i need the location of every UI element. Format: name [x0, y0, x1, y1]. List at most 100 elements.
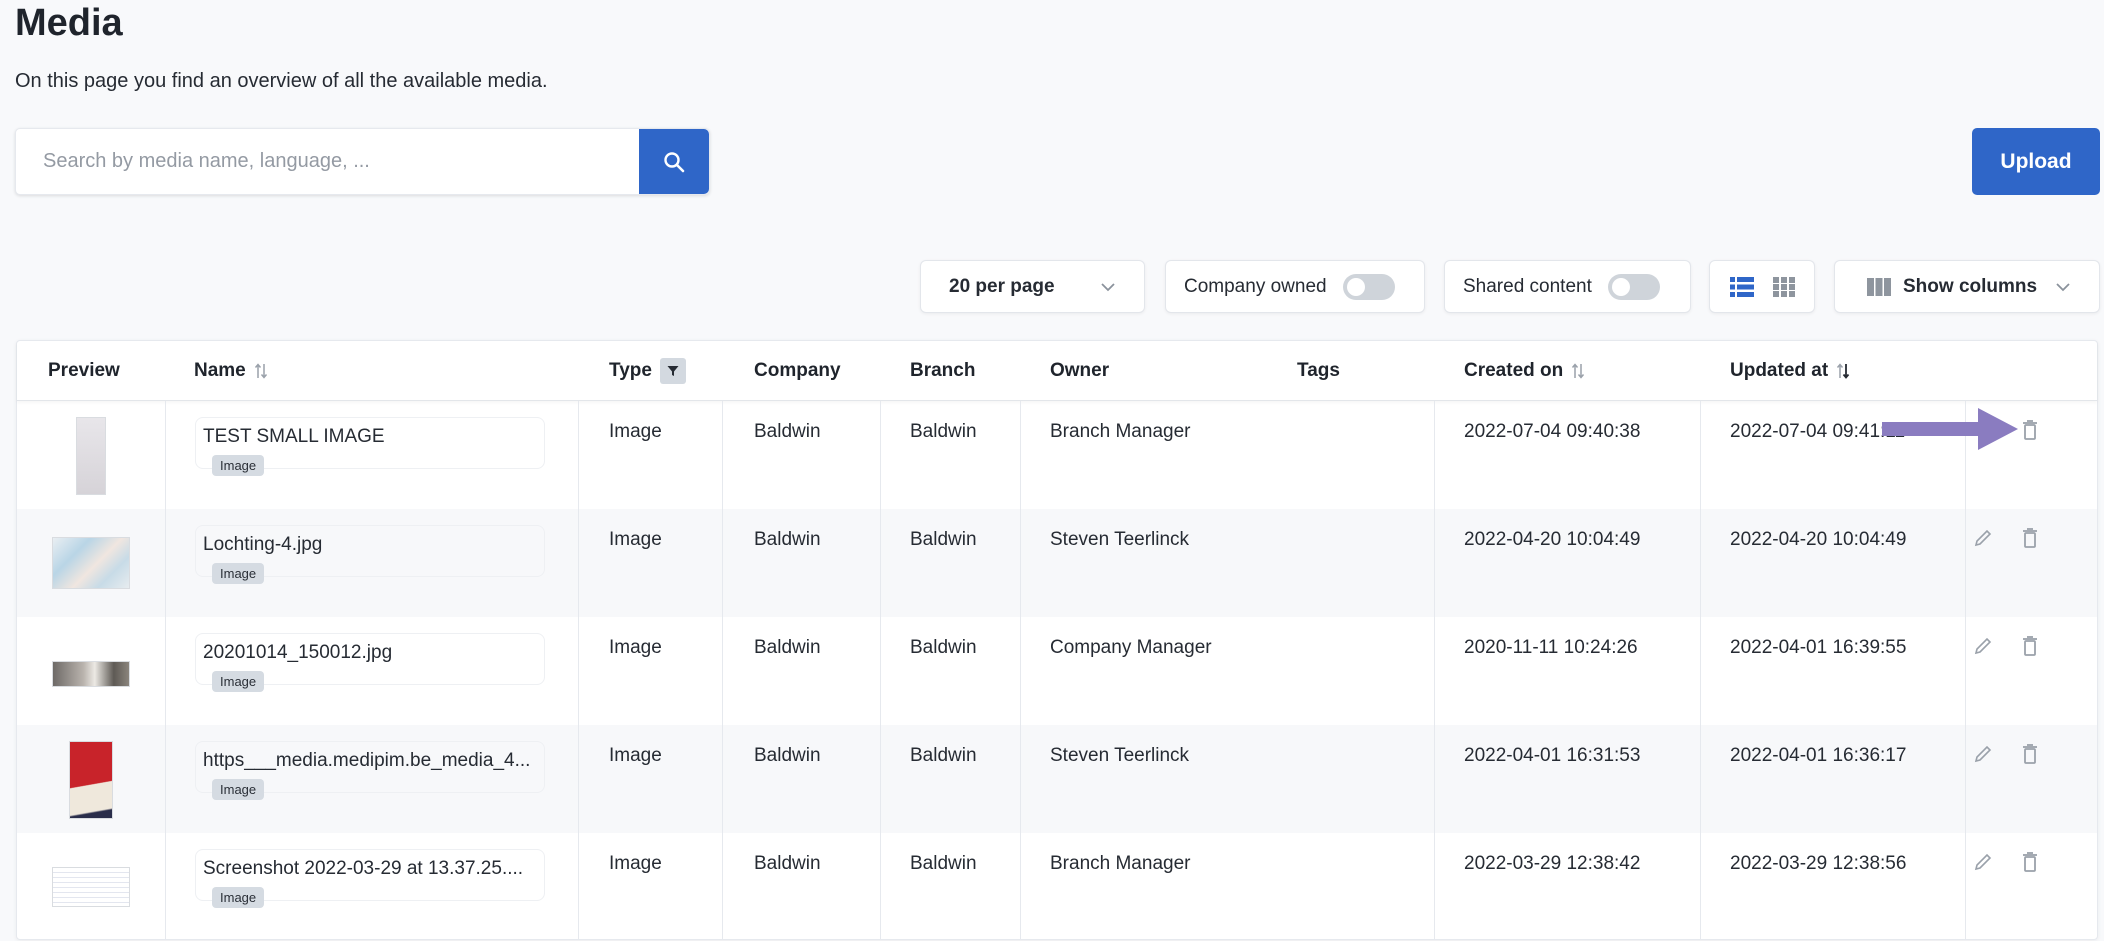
column-header-preview: Preview — [48, 341, 120, 401]
per-page-value: 20 per page — [949, 275, 1055, 297]
shared-content-label: Shared content — [1463, 275, 1592, 297]
table-row[interactable]: https___media.medipim.be_media_4... Image… — [17, 725, 2097, 833]
row-actions — [1972, 527, 2040, 549]
column-header-updated-at[interactable]: Updated at — [1730, 341, 1850, 401]
cell-branch: Baldwin — [910, 529, 977, 550]
cell-type: Image — [609, 745, 662, 766]
cell-updated: 2022-04-20 10:04:49 — [1730, 529, 1907, 550]
company-owned-toggle[interactable] — [1342, 273, 1395, 300]
column-label: Name — [194, 360, 246, 381]
page-subtitle: On this page you find an overview of all… — [15, 70, 548, 92]
edit-button[interactable] — [1972, 527, 1994, 549]
media-name[interactable]: https___media.medipim.be_media_4... — [203, 750, 530, 772]
cell-updated: 2022-04-01 16:39:55 — [1730, 637, 1907, 658]
cell-type: Image — [609, 529, 662, 550]
search-input[interactable] — [16, 129, 639, 194]
table-row[interactable]: 20201014_150012.jpg Image Image Baldwin Bald… — [17, 617, 2097, 725]
type-chip: Image — [212, 779, 265, 800]
column-divider — [1434, 401, 1435, 939]
edit-button[interactable] — [1972, 851, 1994, 873]
column-label: Type — [609, 360, 652, 381]
pencil-icon — [1974, 529, 1992, 547]
cell-company: Baldwin — [754, 421, 821, 442]
pencil-icon — [1974, 745, 1992, 763]
column-label: Company — [754, 360, 841, 381]
column-header-name[interactable]: Name — [194, 341, 268, 401]
cell-type: Image — [609, 421, 662, 442]
column-label: Branch — [910, 360, 976, 381]
column-divider — [1965, 401, 1966, 939]
type-chip: Image — [212, 455, 265, 476]
type-chip: Image — [212, 563, 265, 584]
list-view-icon — [1729, 276, 1754, 297]
column-header-created-on[interactable]: Created on — [1464, 341, 1585, 401]
cell-owner: Branch Manager — [1050, 853, 1191, 874]
upload-button[interactable]: Upload — [1972, 128, 2100, 195]
table-header: Preview Name Type Company Branch Owner T… — [17, 341, 2097, 401]
delete-button[interactable] — [2020, 527, 2040, 549]
media-name[interactable]: Lochting-4.jpg — [203, 534, 322, 556]
preview-thumbnail[interactable] — [69, 741, 113, 819]
shared-content-toggle[interactable] — [1607, 273, 1660, 300]
company-owned-label: Company owned — [1184, 275, 1327, 297]
cell-owner: Steven Teerlinck — [1050, 745, 1190, 766]
trash-icon — [2023, 528, 2037, 548]
filter-icon — [667, 366, 679, 376]
cell-created: 2022-04-01 16:31:53 — [1464, 745, 1641, 766]
delete-button[interactable] — [2020, 851, 2040, 873]
type-chip: Image — [212, 671, 265, 692]
preview-thumbnail[interactable] — [52, 867, 130, 907]
media-name[interactable]: TEST SMALL IMAGE — [203, 426, 385, 448]
delete-button[interactable] — [2020, 743, 2040, 765]
delete-button[interactable] — [2020, 635, 2040, 657]
column-label: Preview — [48, 360, 120, 381]
column-header-company: Company — [754, 341, 841, 401]
table-row[interactable]: TEST SMALL IMAGE Image Image Baldwin Baldwin… — [17, 401, 2097, 509]
preview-thumbnail[interactable] — [76, 417, 106, 495]
cell-branch: Baldwin — [910, 637, 977, 658]
cell-created: 2022-03-29 12:38:42 — [1464, 853, 1641, 874]
table-row[interactable]: Screenshot 2022-03-29 at 13.37.25.... Ima… — [17, 833, 2097, 941]
column-header-type: Type — [609, 341, 686, 401]
media-name[interactable]: 20201014_150012.jpg — [203, 642, 392, 664]
column-divider — [722, 401, 723, 939]
sort-icon[interactable] — [1571, 362, 1585, 380]
preview-thumbnail[interactable] — [52, 661, 130, 687]
column-divider — [1020, 401, 1021, 939]
sort-icon[interactable] — [254, 362, 268, 380]
show-columns-label: Show columns — [1903, 275, 2038, 297]
trash-icon — [2023, 420, 2037, 440]
cell-branch: Baldwin — [910, 421, 977, 442]
sort-descending-icon[interactable] — [1836, 362, 1850, 380]
cell-owner: Steven Teerlinck — [1050, 529, 1190, 550]
column-header-owner: Owner — [1050, 341, 1109, 401]
cell-updated: 2022-04-01 16:36:17 — [1730, 745, 1907, 766]
list-view-button[interactable] — [1729, 276, 1754, 297]
grid-view-button[interactable] — [1772, 276, 1795, 297]
per-page-select[interactable]: 20 per page — [920, 260, 1145, 313]
cell-company: Baldwin — [754, 745, 821, 766]
grid-view-icon — [1772, 276, 1795, 297]
search-bar — [15, 128, 710, 195]
preview-thumbnail[interactable] — [52, 537, 130, 589]
cell-type: Image — [609, 853, 662, 874]
table-row[interactable]: Lochting-4.jpg Image Image Baldwin Baldwin St… — [17, 509, 2097, 617]
annotation-arrow-icon — [1882, 408, 2018, 450]
media-name[interactable]: Screenshot 2022-03-29 at 13.37.25.... — [203, 858, 523, 880]
row-actions — [1972, 851, 2040, 873]
edit-button[interactable] — [1972, 635, 1994, 657]
view-mode-toggle — [1709, 260, 1815, 313]
cell-type: Image — [609, 637, 662, 658]
column-label: Updated at — [1730, 360, 1829, 381]
cell-created: 2022-07-04 09:40:38 — [1464, 421, 1641, 442]
delete-button[interactable] — [2020, 419, 2040, 441]
pencil-icon — [1974, 853, 1992, 871]
search-button[interactable] — [639, 129, 709, 194]
type-filter-button[interactable] — [659, 358, 686, 384]
show-columns-dropdown[interactable]: Show columns — [1834, 260, 2100, 313]
cell-company: Baldwin — [754, 853, 821, 874]
cell-owner: Branch Manager — [1050, 421, 1191, 442]
trash-icon — [2023, 744, 2037, 764]
media-table: Preview Name Type Company Branch Owner T… — [16, 340, 2098, 940]
edit-button[interactable] — [1972, 743, 1994, 765]
